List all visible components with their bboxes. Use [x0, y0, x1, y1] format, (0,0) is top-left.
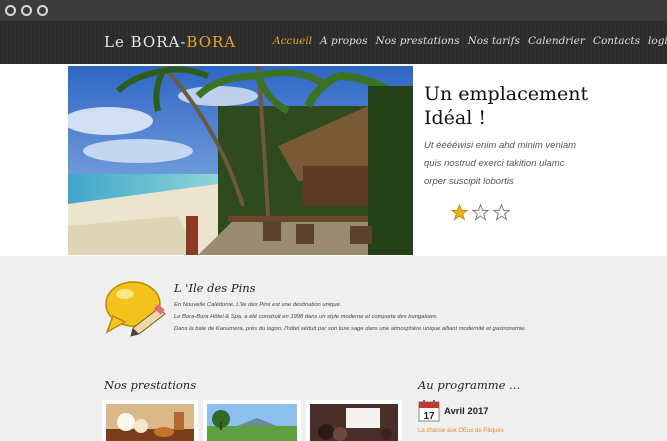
- prestation-thumb-meeting[interactable]: [306, 400, 402, 441]
- nav-calendrier[interactable]: Calendrier: [528, 35, 585, 47]
- calendar-month: Avril 2017: [444, 406, 489, 417]
- info-line-3: Dans la baie de Kanumera, près du lagon,…: [174, 326, 527, 332]
- prestation-thumb-spa[interactable]: [102, 400, 198, 441]
- hero-title: Un emplacement Idéal !: [424, 83, 589, 129]
- star-icon-filled[interactable]: [451, 204, 468, 221]
- nav-login[interactable]: login: [648, 35, 667, 47]
- info-title: L 'Ile des Pins: [174, 281, 256, 295]
- calendar-icon: 17: [418, 400, 440, 422]
- programme-title: Au programme ...: [418, 378, 521, 392]
- info-line-2: Le Bora-Bora Hôtel & Spa, a été construi…: [174, 314, 438, 320]
- star-icon-empty[interactable]: [472, 204, 489, 221]
- calendar-day: 17: [423, 411, 435, 422]
- calendar-event-link[interactable]: La chasse aux OEux de Pâques: [418, 428, 504, 434]
- logo-text-part1: Le BORA-: [104, 33, 187, 51]
- window-maximize-button[interactable]: [37, 5, 48, 16]
- hero-section: Un emplacement Idéal ! Ut ééééwisi enim …: [0, 64, 667, 256]
- site-header: Le BORA-BORA Accueil A propos Nos prestati…: [0, 21, 667, 64]
- nav-a-propos[interactable]: A propos: [320, 35, 367, 47]
- prestation-thumb-golf[interactable]: [203, 400, 301, 441]
- hero-description: Ut ééééwisi enim ahd minim veniam quis n…: [424, 140, 577, 187]
- star-icon-empty[interactable]: [493, 204, 510, 221]
- hero-photo: [68, 66, 413, 255]
- window-minimize-button[interactable]: [21, 5, 32, 16]
- window-chrome: [0, 0, 667, 21]
- window-close-button[interactable]: [5, 5, 16, 16]
- nav-accueil[interactable]: Accueil: [273, 35, 312, 47]
- info-line-1: En Nouvelle Calédonie, L'Ile des Pins es…: [174, 302, 342, 308]
- logo-text-part2: BORA: [186, 33, 237, 51]
- speech-bubble-pencil-icon: [103, 276, 167, 338]
- nav-prestations[interactable]: Nos prestations: [375, 35, 459, 47]
- prestations-title: Nos prestations: [104, 378, 197, 392]
- nav-contacts[interactable]: Contacts: [593, 35, 640, 47]
- main-nav: Accueil A propos Nos prestations Nos tarifs…: [273, 35, 667, 47]
- star-rating[interactable]: [451, 204, 514, 226]
- site-logo[interactable]: Le BORA-BORA: [104, 33, 236, 51]
- nav-tarifs[interactable]: Nos tarifs: [468, 35, 520, 47]
